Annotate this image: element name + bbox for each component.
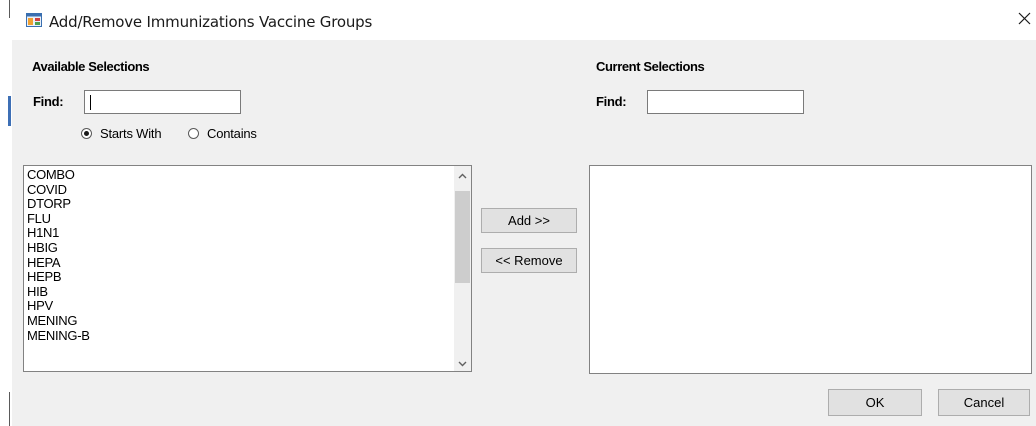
list-item[interactable]: HEPB: [26, 270, 90, 285]
list-item[interactable]: H1N1: [26, 226, 90, 241]
radio-button-starts-with[interactable]: [81, 128, 92, 139]
close-icon: [1018, 12, 1031, 30]
window-edge-lower: [9, 392, 10, 426]
list-item[interactable]: DTORP: [26, 197, 90, 212]
dialog-body: Available Selections Find: Starts With C…: [12, 40, 1036, 426]
window-title: Add/Remove Immunizations Vaccine Groups: [49, 13, 373, 31]
list-item[interactable]: HEPA: [26, 255, 90, 271]
ok-button[interactable]: OK: [828, 389, 922, 416]
app-window-icon: [26, 13, 42, 27]
scroll-up-button[interactable]: [454, 166, 471, 183]
radio-starts-with[interactable]: Starts With: [81, 126, 162, 141]
scroll-down-button[interactable]: [454, 354, 471, 371]
close-button[interactable]: [1006, 6, 1036, 36]
radio-contains[interactable]: Contains: [188, 126, 257, 141]
list-item[interactable]: HPV: [26, 299, 90, 314]
window-edge-accent: [8, 96, 11, 126]
title-bar: Add/Remove Immunizations Vaccine Groups: [12, 0, 1036, 40]
list-item[interactable]: MENING: [26, 313, 90, 329]
radio-label-contains: Contains: [207, 126, 257, 141]
radio-selected-dot: [84, 131, 89, 136]
available-listbox[interactable]: COMBO COVID DTORP FLU H1N1 HBIG HEPA HEPB HIB HPV…: [23, 165, 472, 372]
list-item[interactable]: FLU: [26, 211, 90, 227]
list-item[interactable]: COVID: [26, 182, 90, 198]
add-button[interactable]: Add >>: [481, 208, 577, 233]
text-caret: [90, 95, 91, 110]
chevron-down-icon: [458, 354, 467, 372]
window-edge: [9, 0, 10, 18]
list-item[interactable]: MENING-B: [26, 328, 90, 344]
current-find-label: Find:: [596, 94, 627, 109]
list-item[interactable]: HBIG: [26, 240, 90, 256]
current-selections-title: Current Selections: [596, 59, 705, 74]
current-listbox[interactable]: [589, 165, 1032, 374]
available-selections-title: Available Selections: [32, 59, 150, 74]
available-find-label: Find:: [33, 94, 64, 109]
radio-button-contains[interactable]: [188, 128, 199, 139]
scroll-thumb[interactable]: [455, 191, 470, 283]
remove-button[interactable]: << Remove: [481, 248, 577, 273]
available-items-list: COMBO COVID DTORP FLU H1N1 HBIG HEPA HEPB HIB HPV…: [26, 167, 90, 344]
list-item[interactable]: COMBO: [26, 167, 90, 183]
cancel-button[interactable]: Cancel: [938, 389, 1030, 416]
current-find-input[interactable]: [647, 90, 804, 114]
radio-label-starts-with: Starts With: [100, 126, 162, 141]
available-find-input[interactable]: [84, 90, 241, 114]
chevron-up-icon: [458, 166, 467, 184]
vertical-scrollbar[interactable]: [454, 166, 471, 371]
list-item[interactable]: HIB: [26, 284, 90, 300]
